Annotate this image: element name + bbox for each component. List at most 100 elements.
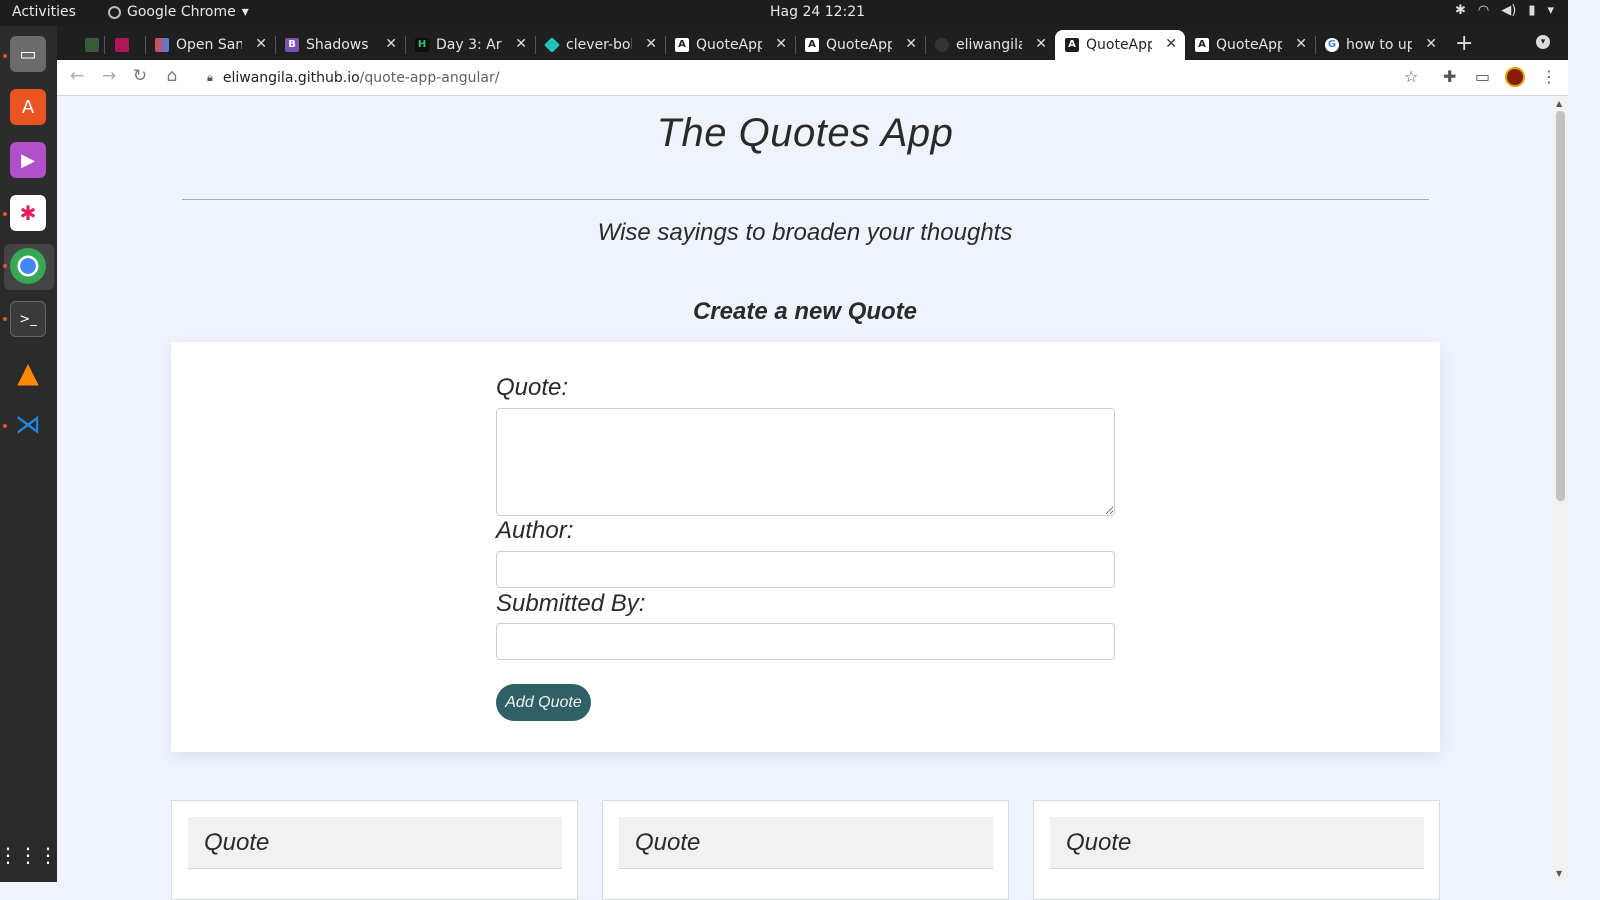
system-tray[interactable]: ✱ ◠ ◀) ▮ ▾ <box>1455 3 1554 18</box>
google-fonts-icon <box>155 38 169 52</box>
quote-card: Quote <box>171 800 578 900</box>
files-icon[interactable]: ▭ <box>10 36 46 72</box>
close-icon[interactable]: ✕ <box>905 36 917 52</box>
lock-icon[interactable]: 🔒︎ <box>207 71 213 85</box>
tab-clever-boh[interactable]: clever-boh ✕ <box>535 30 665 60</box>
dock-running-indicator <box>3 54 7 58</box>
tab-search-icon[interactable]: ▾ <box>1536 35 1550 49</box>
vlc-icon[interactable]: ▲ <box>10 354 46 390</box>
clock[interactable]: Hag 24 12:21 <box>770 4 865 20</box>
dock-running-indicator <box>3 317 7 321</box>
back-icon[interactable]: ← <box>65 66 89 86</box>
chrome-icon[interactable] <box>10 248 46 284</box>
quote-card-heading: Quote <box>1050 817 1424 869</box>
close-icon[interactable]: ✕ <box>1425 36 1437 52</box>
quote-card: Quote <box>1033 800 1440 900</box>
quote-card: Quote <box>602 800 1009 900</box>
submitted-by-input[interactable] <box>496 623 1115 660</box>
author-label: Author: <box>496 517 574 544</box>
close-icon[interactable]: ✕ <box>1295 36 1307 52</box>
netlify-icon <box>544 37 560 53</box>
close-icon[interactable]: ✕ <box>385 36 397 52</box>
new-quote-form: Quote: Author: Submitted By: Add Quote <box>171 342 1440 752</box>
home-icon[interactable]: ⌂ <box>160 66 184 86</box>
form-heading: Create a new Quote <box>692 298 918 325</box>
angular-icon: A <box>1195 38 1209 52</box>
extensions-icon[interactable]: ✚ <box>1443 67 1456 86</box>
chevron-down-icon: ▾ <box>241 4 249 20</box>
bookmark-star-icon[interactable]: ☆ <box>1404 67 1418 86</box>
video-player-icon[interactable]: ▶ <box>10 142 46 178</box>
page-scrollbar[interactable]: ▲ ▼ <box>1553 97 1568 882</box>
dock-running-indicator <box>3 264 7 268</box>
scroll-down-icon[interactable]: ▼ <box>1556 869 1562 878</box>
activities-button[interactable]: Activities <box>12 4 76 20</box>
tab-day3[interactable]: H Day 3: Arr ✕ <box>405 30 535 60</box>
add-quote-button[interactable]: Add Quote <box>496 684 591 721</box>
divider <box>182 199 1429 200</box>
system-top-bar: Activities Google Chrome ▾ Hag 24 12:21 … <box>0 0 1568 26</box>
tab-label: QuoteApp <box>1086 37 1152 53</box>
tab-label: eliwangila <box>956 37 1022 53</box>
slack-tray-icon[interactable]: ✱ <box>1455 3 1466 18</box>
close-icon[interactable]: ✕ <box>775 36 787 52</box>
tab-label: how to up <box>1346 37 1412 53</box>
vscode-icon[interactable]: ⋊ <box>10 407 46 443</box>
dock: ▭ A ▶ ✱ >_ ▲ ⋊ ⋮⋮⋮ <box>0 26 58 882</box>
battery-icon[interactable]: ▮ <box>1528 3 1535 18</box>
tab-label: Day 3: Arr <box>436 37 502 53</box>
menu-kebab-icon[interactable]: ⋮ <box>1541 67 1557 86</box>
tab-pinned[interactable] <box>75 30 105 60</box>
close-icon[interactable]: ✕ <box>255 36 267 52</box>
page-title: The Quotes App <box>656 111 954 155</box>
power-menu-icon[interactable]: ▾ <box>1547 3 1554 18</box>
tab-quoteapp-active[interactable]: A QuoteApp ✕ <box>1055 30 1185 60</box>
quote-card-heading: Quote <box>188 817 562 869</box>
terminal-icon[interactable]: >_ <box>10 301 46 337</box>
slack-icon[interactable]: ✱ <box>10 195 46 231</box>
tab-quoteapp-2[interactable]: A QuoteApp ✕ <box>795 30 925 60</box>
dock-running-indicator <box>3 424 7 428</box>
close-icon[interactable]: ✕ <box>1035 36 1047 52</box>
pinned-icon <box>85 38 99 52</box>
dock-running-indicator <box>3 212 7 216</box>
profile-avatar[interactable] <box>1505 67 1525 87</box>
tab-how-to[interactable]: G how to up ✕ <box>1315 30 1445 60</box>
tab-label: Open San <box>176 37 242 53</box>
tab-shadows[interactable]: B Shadows ✕ <box>275 30 405 60</box>
tab-label: QuoteApp <box>696 37 762 53</box>
tab-label: QuoteApp <box>1216 37 1282 53</box>
github-icon <box>935 38 949 52</box>
submitted-by-label: Submitted By: <box>496 590 646 617</box>
cast-icon[interactable]: ▭ <box>1475 67 1490 86</box>
app-menu[interactable]: Google Chrome ▾ <box>108 4 249 20</box>
tab-open-sans[interactable]: Open San ✕ <box>145 30 275 60</box>
close-icon[interactable]: ✕ <box>515 36 527 52</box>
quote-textarea[interactable] <box>496 408 1115 516</box>
page-subtitle: Wise sayings to broaden your thoughts <box>597 219 1013 246</box>
tab-quoteapp-1[interactable]: A QuoteApp ✕ <box>665 30 795 60</box>
scrollbar-thumb[interactable] <box>1556 111 1565 501</box>
wifi-icon[interactable]: ◠ <box>1478 3 1489 18</box>
chrome-small-icon <box>108 5 121 19</box>
close-icon[interactable]: ✕ <box>645 36 657 52</box>
tab-label: clever-boh <box>566 37 632 53</box>
volume-icon[interactable]: ◀) <box>1501 3 1516 18</box>
url-path: /quote-app-angular/ <box>359 70 500 86</box>
angular-icon: A <box>805 38 819 52</box>
reload-icon[interactable]: ↻ <box>128 66 152 86</box>
new-tab-icon[interactable]: + <box>1455 31 1473 56</box>
show-apps-icon[interactable]: ⋮⋮⋮ <box>0 837 58 873</box>
forward-icon[interactable]: → <box>97 66 121 86</box>
tab-pink[interactable] <box>105 30 145 60</box>
close-icon[interactable]: ✕ <box>1165 36 1177 52</box>
address-bar[interactable]: 🔒︎ eliwangila.github.io/quote-app-angula… <box>197 63 1397 93</box>
author-input[interactable] <box>496 551 1115 588</box>
bootstrap-icon: B <box>285 38 299 52</box>
tab-eliwangila[interactable]: eliwangila ✕ <box>925 30 1055 60</box>
browser-tab-strip: Open San ✕ B Shadows ✕ H Day 3: Arr ✕ cl… <box>57 26 1568 60</box>
ubuntu-software-icon[interactable]: A <box>10 89 46 125</box>
scroll-up-icon[interactable]: ▲ <box>1556 99 1562 108</box>
angular-icon: A <box>1065 38 1079 52</box>
tab-quoteapp-4[interactable]: A QuoteApp ✕ <box>1185 30 1315 60</box>
